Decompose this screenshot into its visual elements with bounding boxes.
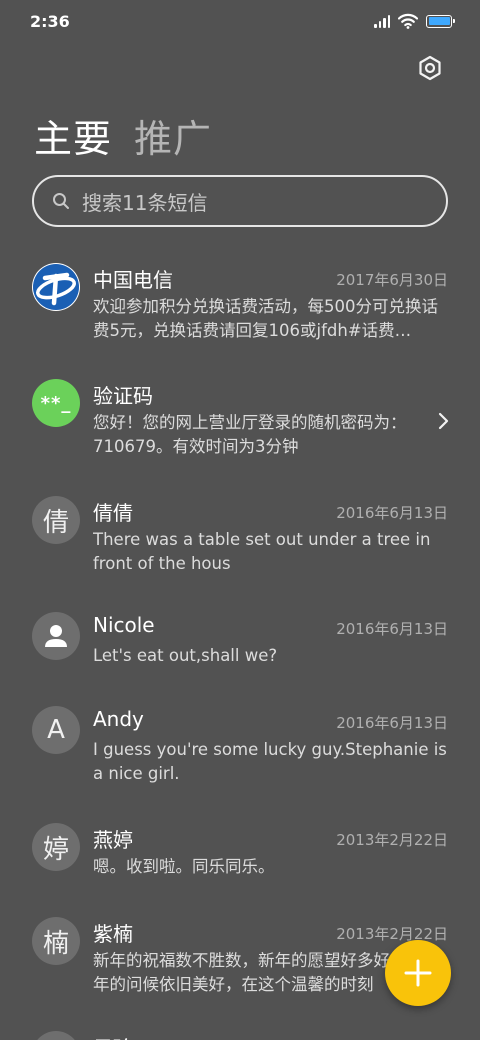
status-time: 2:36 [30,12,70,31]
contact-avatar: A [32,706,80,754]
contact-name: 验证码 [93,384,153,408]
conversation-item[interactable]: Nicole 2016年6月13日 Let's eat out,shall we… [0,594,480,684]
contact-avatar [32,1031,80,1040]
search-input[interactable]: 搜索11条短信 [32,175,448,227]
tab-promotions[interactable]: 推广 [134,108,212,163]
search-placeholder: 搜索11条短信 [82,190,208,215]
message-preview: 欢迎参加积分兑换话费活动，每500分可兑换话费5元，兑换话费请回复106或jfd… [93,297,438,340]
message-date: 2013年2月22日 [336,831,448,849]
search-icon [53,193,69,209]
message-date: 2017年6月30日 [336,271,448,289]
contact-name: 紫楠 [93,922,133,946]
conversation-item[interactable]: 婷 燕婷 2013年2月22日 嗯。收到啦。同乐同乐。 [0,805,480,895]
contact-name: 子玲 [93,1032,133,1040]
message-date: 2013年2月22日 [336,925,448,943]
messages-screen: 2:36 主要 推广 搜索11条短信 中国电信 2017年6月30日 欢迎参加积… [0,0,480,1040]
tab-main[interactable]: 主要 [34,108,112,163]
category-tabs: 主要 推广 [34,108,212,163]
status-icons [374,12,455,30]
conversation-item[interactable]: 中国电信 2017年6月30日 欢迎参加积分兑换话费活动，每500分可兑换话费5… [0,245,480,355]
message-date: 2016年6月13日 [336,504,448,522]
plus-icon [404,959,432,987]
contact-name: Andy [93,707,144,731]
signal-icon [374,14,390,28]
conversation-item[interactable]: **_ 验证码 您好！您的网上营业厅登录的随机密码为：710679。有效时间为3… [0,361,480,471]
message-date: 2016年6月13日 [336,714,448,732]
conversation-item[interactable]: 倩 倩倩 2016年6月13日 There was a table set ou… [0,478,480,588]
contact-avatar: 楠 [32,917,80,965]
message-preview: Let's eat out,shall we? [93,646,278,665]
conversation-item[interactable]: A Andy 2016年6月13日 I guess you're some lu… [0,688,480,798]
settings-button[interactable] [416,54,444,82]
message-preview: There was a table set out under a tree i… [93,530,431,573]
wifi-icon [398,13,418,29]
message-preview: 嗯。收到啦。同乐同乐。 [93,857,275,876]
contact-avatar: 倩 [32,496,80,544]
contact-name: Nicole [93,613,155,637]
contact-avatar: 婷 [32,823,80,871]
battery-icon [426,14,455,28]
contact-name: 倩倩 [93,501,133,525]
status-bar: 2:36 [0,0,480,40]
message-preview: I guess you're some lucky guy.Stephanie … [93,740,447,783]
person-icon [32,612,80,660]
china-telecom-logo-icon [32,263,80,311]
compose-button[interactable] [385,940,451,1006]
chevron-right-icon [438,412,449,430]
verification-avatar: **_ [32,379,80,427]
message-preview: 您好！您的网上营业厅登录的随机密码为：710679。有效时间为3分钟 [93,413,407,456]
message-date: 2016年6月13日 [336,620,448,638]
settings-icon [419,55,441,81]
contact-name: 中国电信 [93,268,173,292]
contact-name: 燕婷 [93,828,133,852]
conversation-item[interactable]: 子玲 [0,1015,480,1040]
